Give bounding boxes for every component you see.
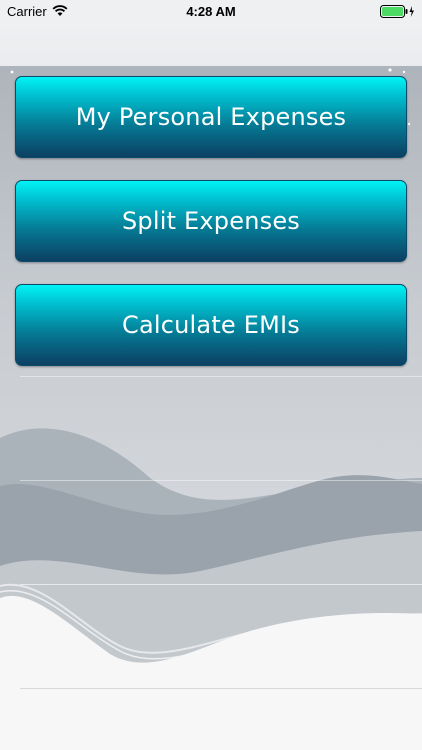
my-personal-expenses-button[interactable]: My Personal Expenses xyxy=(15,76,407,158)
divider-line xyxy=(20,584,422,585)
divider-line xyxy=(20,480,422,481)
wave-background-graphic xyxy=(0,66,422,750)
button-label: My Personal Expenses xyxy=(75,103,347,131)
battery-charging-icon xyxy=(380,5,414,18)
button-label: Calculate EMIs xyxy=(122,311,300,339)
divider-line xyxy=(20,688,422,689)
divider-line xyxy=(20,376,422,377)
wave-background xyxy=(0,66,422,750)
calculate-emis-button[interactable]: Calculate EMIs xyxy=(15,284,407,366)
button-label: Split Expenses xyxy=(122,207,300,235)
status-time: 4:28 AM xyxy=(186,4,236,19)
split-expenses-button[interactable]: Split Expenses xyxy=(15,180,407,262)
navigation-bar xyxy=(0,24,422,66)
status-bar: Carrier 4:28 AM xyxy=(0,0,422,24)
